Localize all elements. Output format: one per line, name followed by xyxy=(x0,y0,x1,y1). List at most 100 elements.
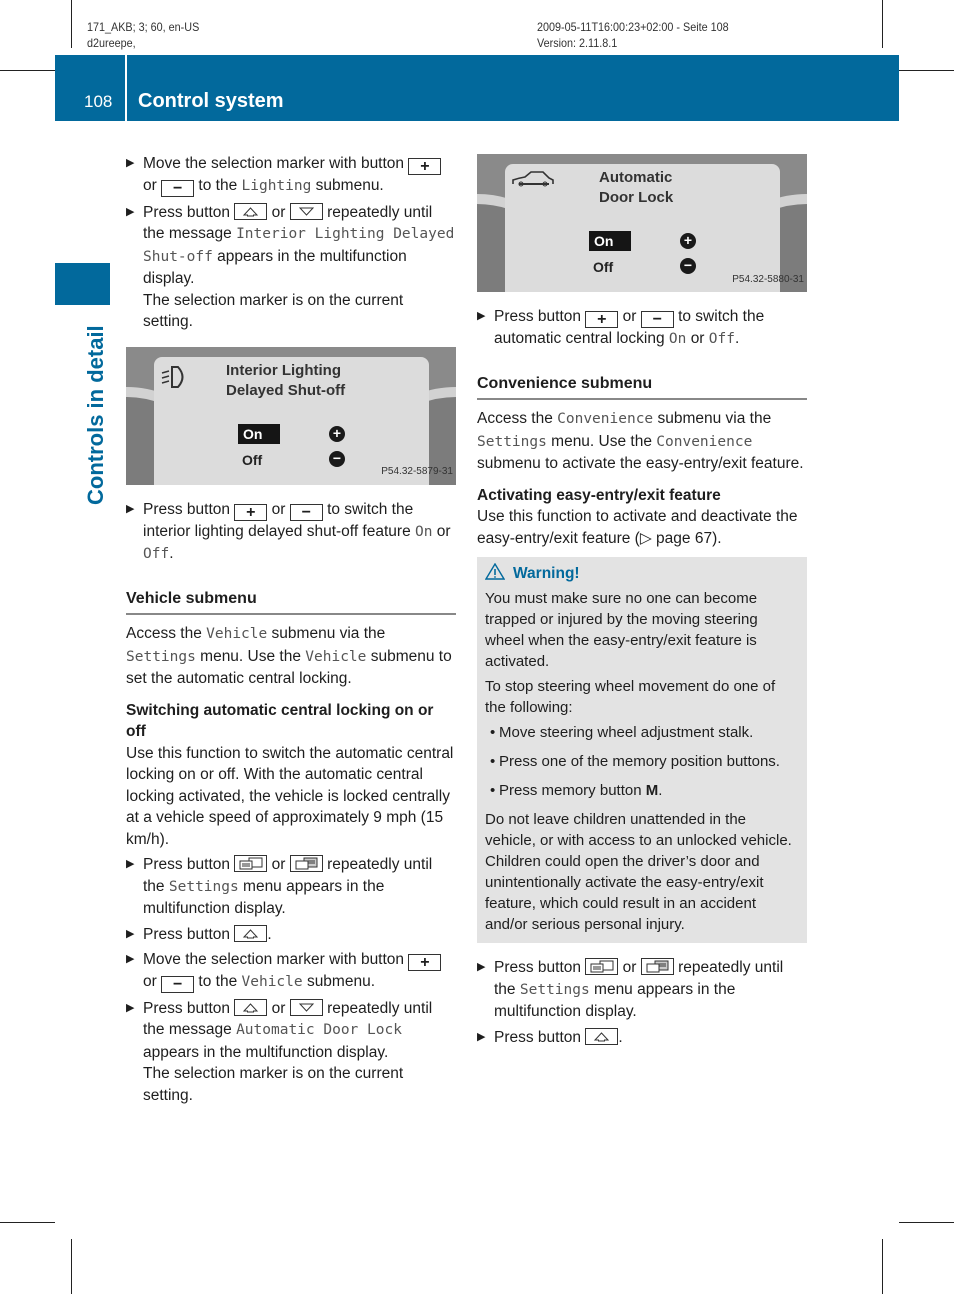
meta-line: Version: 2.11.8.1 xyxy=(537,36,618,50)
crop-mark xyxy=(0,70,55,71)
display-title: Interior Lighting Delayed Shut-off xyxy=(226,361,345,401)
step-text: submenu. xyxy=(315,177,384,194)
plus-button-icon: + xyxy=(585,311,619,328)
display-text: Settings xyxy=(168,878,239,895)
text: Access the xyxy=(477,410,553,427)
plus-button-icon: + xyxy=(408,954,442,971)
warning-bullet: Press one of the memory position buttons… xyxy=(485,751,799,772)
warning-title: Warning! xyxy=(513,565,580,582)
step-text: Press button xyxy=(494,308,582,325)
step-text: or xyxy=(622,959,637,976)
crop-mark xyxy=(899,70,954,71)
option-off: Off xyxy=(242,451,263,468)
page-forward-button-icon xyxy=(289,855,323,872)
car-icon xyxy=(512,171,554,187)
up-arrow-button-icon xyxy=(234,998,268,1016)
display-text: Vehicle xyxy=(206,626,268,642)
chapter-tab xyxy=(55,263,110,305)
up-arrow-button-icon xyxy=(234,924,268,942)
text: submenu via the xyxy=(657,410,772,427)
section-heading-convenience: Convenience submenu xyxy=(477,373,807,400)
display-text: Off xyxy=(143,546,170,562)
text: . xyxy=(658,782,663,799)
plus-button-icon: + xyxy=(408,158,442,175)
display-figure-interior-lighting: Interior Lighting Delayed Shut-off On Of… xyxy=(126,346,456,485)
step-note: The selection marker is on the current s… xyxy=(143,1065,404,1104)
step-text: or xyxy=(271,856,286,873)
step-text: or xyxy=(143,177,157,194)
instruction-step: Press button . xyxy=(126,924,456,946)
paragraph: Access the Convenience submenu via the S… xyxy=(477,408,807,475)
plus-circle-icon: + xyxy=(680,233,696,249)
meta-line: 2009-05-11T16:00:23+02:00 - Seite 108 xyxy=(537,20,729,34)
display-text: Lighting xyxy=(241,178,312,194)
warning-text: Do not leave children unattended in the … xyxy=(485,811,792,933)
instruction-step: Move the selection marker with button + … xyxy=(126,949,456,994)
meta-line: d2ureepe, xyxy=(87,36,136,50)
step-text: Press button xyxy=(494,959,582,976)
warning-bullet: Move steering wheel adjustment stalk. xyxy=(485,722,799,743)
chapter-label: Controls in detail xyxy=(83,325,108,505)
minus-button-icon: − xyxy=(289,503,323,521)
paragraph: Use this function to switch the automati… xyxy=(126,744,454,848)
display-text: Automatic Door Lock xyxy=(236,1022,402,1038)
display-text: On xyxy=(668,331,687,347)
warning-text: You must make sure no one can become tra… xyxy=(485,590,758,670)
right-column: Automatic Door Lock On Off + − P54.32-58… xyxy=(477,153,807,1052)
left-column: Move the selection marker with button + … xyxy=(126,153,456,1110)
warning-heading: Warning! xyxy=(484,562,799,584)
page-forward-button-icon xyxy=(640,958,674,975)
instruction-step: Press button + or − to switch the interi… xyxy=(126,499,456,566)
step-text: or xyxy=(271,500,286,518)
page-back-button-icon xyxy=(585,958,619,975)
step-text: Press button xyxy=(143,925,231,943)
crop-mark xyxy=(71,1239,72,1294)
step-text: or xyxy=(436,522,451,540)
minus-circle-icon: − xyxy=(680,258,696,274)
figure-code: P54.32-5880-31 xyxy=(732,273,804,285)
step-text: . xyxy=(267,925,272,943)
paragraph: Use this function to activate and deacti… xyxy=(477,506,807,549)
interior-light-icon xyxy=(161,365,184,388)
crop-mark xyxy=(899,1222,954,1223)
warning-text: To stop steering wheel movement do one o… xyxy=(485,678,776,716)
step-text: Press button xyxy=(143,500,231,518)
display-title-line: Interior Lighting xyxy=(226,361,341,379)
minus-button-icon: − xyxy=(640,311,674,328)
display-text: Off xyxy=(708,331,735,347)
down-arrow-button-icon xyxy=(289,998,323,1016)
up-arrow-button-icon xyxy=(234,202,268,220)
text: menu. Use the xyxy=(551,432,652,450)
crop-mark xyxy=(0,1222,55,1223)
display-title-line: Automatic xyxy=(599,169,673,186)
instruction-step: Press button or repeatedly until the Set… xyxy=(126,854,456,920)
step-text: Press button xyxy=(143,999,231,1017)
crop-mark xyxy=(882,1239,883,1294)
display-figure-door-lock: Automatic Door Lock On Off + − P54.32-58… xyxy=(477,154,807,292)
instruction-step: Press button or repeatedly until the Set… xyxy=(477,957,807,1023)
print-meta-left: 171_AKB; 3; 60, en-US d2ureepe, xyxy=(87,19,199,51)
up-arrow-button-icon xyxy=(585,1027,619,1045)
warning-box: Warning! You must make sure no one can b… xyxy=(477,557,807,943)
step-text: or xyxy=(271,203,286,221)
display-title-line: Delayed Shut-off xyxy=(226,381,346,399)
step-text: . xyxy=(169,545,174,562)
text-with-page-link[interactable]: Use this function to activate and deacti… xyxy=(477,508,798,547)
section-heading-vehicle: Vehicle submenu xyxy=(126,588,456,615)
figure-code: P54.32-5879-31 xyxy=(381,466,453,477)
page-number: 108 xyxy=(84,92,113,111)
step-text: Press button xyxy=(143,203,231,221)
warning-triangle-icon xyxy=(484,562,506,580)
instruction-step: Press button + or − to switch the automa… xyxy=(477,306,807,351)
step-text: or xyxy=(690,330,705,347)
text: menu. Use the xyxy=(200,647,301,665)
display-text: Vehicle xyxy=(305,648,367,665)
step-text: . xyxy=(618,1028,623,1046)
instruction-step: Press button . xyxy=(477,1027,807,1049)
step-text: appears in the multifunction display. xyxy=(143,1043,389,1061)
display-title: Automatic Door Lock xyxy=(599,168,673,208)
header-divider xyxy=(125,55,127,121)
step-text: Press button xyxy=(143,856,231,873)
minus-button-icon: − xyxy=(161,976,195,993)
minus-circle-icon: − xyxy=(329,450,345,467)
